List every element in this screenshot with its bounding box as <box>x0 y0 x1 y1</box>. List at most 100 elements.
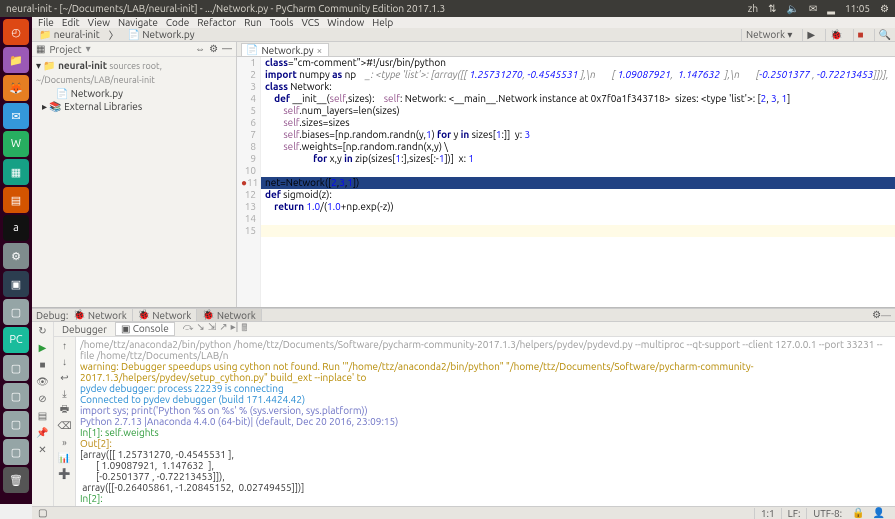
debug-session-tab-2[interactable]: 🐞 Network <box>197 309 262 321</box>
resume-button[interactable]: ▶ <box>36 341 50 355</box>
generic-app-icon-4[interactable]: ▢ <box>3 411 29 437</box>
status-bar: ▢ 1:1 LF: UTF-8: 🔒 👤 <box>32 506 895 519</box>
tree-root-node[interactable]: ▾ 📁 neural-init sources root, ~/Document… <box>36 59 232 87</box>
editor-tab-active[interactable]: 📄 Network.py × <box>241 43 329 56</box>
generic-app-icon-2[interactable]: ▢ <box>3 355 29 381</box>
close-button[interactable]: ✕ <box>36 443 50 457</box>
impress-icon[interactable]: ▤ <box>3 187 29 213</box>
debug-gear-icon[interactable]: ⚙ <box>872 309 881 321</box>
editor-gutter[interactable]: 12345678910●1112131415 <box>237 57 261 307</box>
breadcrumb-file[interactable]: 📄 Network.py <box>125 29 198 41</box>
menu-edit[interactable]: Edit <box>62 17 80 28</box>
menu-view[interactable]: View <box>88 17 110 28</box>
step-into-icon[interactable]: ↘ <box>196 321 204 338</box>
console-wrap-icon[interactable]: ↩ <box>58 371 72 385</box>
project-gear-icon[interactable]: ⚙ <box>209 43 218 55</box>
debug-side-toolbar: ↻ ▶ ■ 👁 ⊘ ▤ 📌 ✕ <box>32 322 54 506</box>
generic-app-icon[interactable]: ▢ <box>3 299 29 325</box>
status-line-ending[interactable]: LF: <box>781 508 807 519</box>
menu-code[interactable]: Code <box>166 17 189 28</box>
unity-launcher: ◴ 📁 🦊 ✉ W ▦ ▤ a ⚙ ▣ ▢ PC ▢ ▢ ▢ ▢ 🗑 <box>0 17 32 504</box>
run-to-cursor-icon[interactable]: ▸| <box>231 321 239 338</box>
status-encoding[interactable]: UTF-8: <box>806 508 848 519</box>
debug-button[interactable]: 🐞 <box>825 29 846 41</box>
evaluate-icon[interactable]: 🖩 <box>241 321 247 338</box>
layout-button[interactable]: ▤ <box>36 409 50 423</box>
settings-icon[interactable]: ⚙ <box>3 243 29 269</box>
console-print-icon[interactable]: 🖶 <box>58 403 72 417</box>
debugger-tab[interactable]: Debugger <box>56 323 113 336</box>
project-hide-icon[interactable]: — <box>222 43 232 55</box>
console-clear-icon[interactable]: ⌫ <box>58 419 72 433</box>
step-into-my-icon[interactable]: ⇲ <box>208 321 216 338</box>
mail-app-icon[interactable]: ✉ <box>3 103 29 129</box>
tree-external-libraries[interactable]: ▸ 📚 External Libraries <box>36 100 232 113</box>
menu-vcs[interactable]: VCS <box>302 17 320 28</box>
console-tab[interactable]: ▣ Console <box>115 322 175 336</box>
run-button[interactable]: ▶ <box>802 29 819 41</box>
menu-navigate[interactable]: Navigate <box>118 17 158 28</box>
project-collapse-icon[interactable]: ⇔ <box>195 43 205 55</box>
editor-tabs: 📄 Network.py × <box>237 42 895 57</box>
menu-run[interactable]: Run <box>244 17 262 28</box>
network-icon[interactable]: ⇅ <box>768 3 776 15</box>
rerun-button[interactable]: ↻ <box>36 324 50 338</box>
console-browse-icon[interactable]: 📊 <box>58 451 72 465</box>
stop-debug-button[interactable]: ■ <box>36 358 50 372</box>
console-down-icon[interactable]: ↓ <box>58 355 72 369</box>
console-new-icon[interactable]: ➕ <box>58 467 72 481</box>
battery-icon[interactable]: ▂ <box>827 3 835 15</box>
editor-content[interactable]: class="cm-comment">#!/usr/bin/pythonimpo… <box>261 57 895 307</box>
console-up-icon[interactable]: ↑ <box>58 339 72 353</box>
volume-icon[interactable]: 🔈 <box>786 3 798 15</box>
project-tree[interactable]: ▾ 📁 neural-init sources root, ~/Document… <box>32 57 236 115</box>
dash-icon[interactable]: ◴ <box>3 19 29 45</box>
console-scroll-icon[interactable]: ⤓ <box>58 387 72 401</box>
system-tray: zh ⇅ 🔈 ✉ ▂ 11:05 ⚙ <box>748 3 889 15</box>
amazon-icon[interactable]: a <box>3 215 29 241</box>
menu-tools[interactable]: Tools <box>270 17 294 28</box>
project-header-icon: ▦ <box>36 43 45 55</box>
terminal-icon[interactable]: ▣ <box>3 271 29 297</box>
main-menu: File Edit View Navigate Code Refactor Ru… <box>32 17 895 28</box>
gear-icon[interactable]: ⚙ <box>880 3 889 15</box>
view-breakpoints-button[interactable]: 👁 <box>36 375 50 389</box>
debug-hide-icon[interactable]: — <box>881 310 891 321</box>
breadcrumb-root[interactable]: 📁 neural-init <box>36 29 103 41</box>
debug-console[interactable]: /home/ttz/anaconda2/bin/python /home/ttz… <box>76 337 895 506</box>
lang-indicator[interactable]: zh <box>748 3 758 14</box>
tree-file-node[interactable]: 📄 Network.py <box>36 87 232 100</box>
mute-breakpoints-button[interactable]: ⊘ <box>36 392 50 406</box>
generic-app-icon-5[interactable]: ▢ <box>3 439 29 465</box>
pin-button[interactable]: 📌 <box>36 426 50 440</box>
search-everywhere-button[interactable]: 🔍 <box>874 29 895 41</box>
debug-session-tab-1[interactable]: 🐞 Network <box>133 309 198 321</box>
inspections-icon[interactable]: 👤 <box>869 507 889 519</box>
console-side-toolbar: ↑ ↓ ↩ ⤓ 🖶 ⌫ » 📊 ➕ <box>54 337 76 506</box>
debug-toolwindow: ↻ ▶ ■ 👁 ⊘ ▤ 📌 ✕ Debugger ▣ Console ⤼ ↘ ⇲… <box>32 322 895 506</box>
pycharm-icon[interactable]: PC <box>3 327 29 353</box>
run-config-selector[interactable]: Network ▾ <box>741 29 796 41</box>
menu-help[interactable]: Help <box>372 17 393 28</box>
status-caret-pos[interactable]: 1:1 <box>754 508 781 519</box>
close-tab-icon[interactable]: × <box>317 45 323 56</box>
stop-button[interactable]: ■ <box>853 29 868 41</box>
calc-icon[interactable]: ▦ <box>3 159 29 185</box>
generic-app-icon-3[interactable]: ▢ <box>3 383 29 409</box>
menu-refactor[interactable]: Refactor <box>197 17 236 28</box>
lock-icon[interactable]: 🔒 <box>848 507 868 519</box>
files-icon[interactable]: 📁 <box>3 47 29 73</box>
mail-icon[interactable]: ✉ <box>809 3 817 15</box>
clock[interactable]: 11:05 <box>845 3 870 14</box>
step-out-icon[interactable]: ↗ <box>219 321 227 338</box>
debug-session-tab-0[interactable]: 🐞 Network <box>68 309 133 321</box>
menu-file[interactable]: File <box>38 17 54 28</box>
code-editor[interactable]: 12345678910●1112131415 class="cm-comment… <box>237 57 895 307</box>
firefox-icon[interactable]: 🦊 <box>3 75 29 101</box>
writer-icon[interactable]: W <box>3 131 29 157</box>
status-toggle-icon[interactable]: ▢ <box>38 507 47 519</box>
trash-icon[interactable]: 🗑 <box>3 467 29 493</box>
console-python-icon[interactable]: » <box>58 435 72 449</box>
step-over-icon[interactable]: ⤼ <box>183 321 194 338</box>
menu-window[interactable]: Window <box>327 17 364 28</box>
